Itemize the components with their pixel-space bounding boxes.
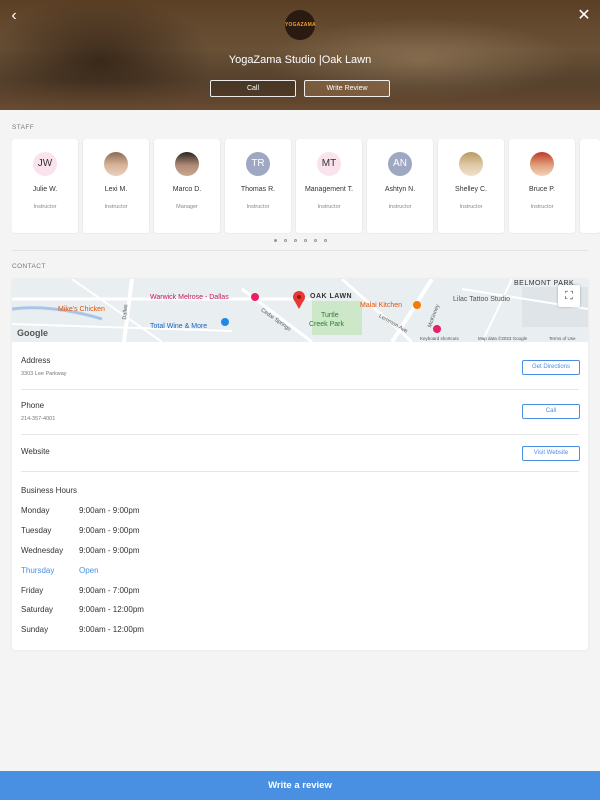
staff-card-julie[interactable]: JW Julie W. Instructor bbox=[12, 139, 78, 233]
contact-card: Warwick Melrose - Dallas Mike's Chicken … bbox=[12, 279, 588, 650]
business-hours-title: Business Hours bbox=[21, 486, 78, 495]
divider bbox=[21, 471, 579, 472]
hours-time-today: Open bbox=[79, 566, 99, 575]
hours-day: Sunday bbox=[21, 625, 49, 634]
avatar-photo bbox=[104, 152, 128, 176]
phone-title: Phone bbox=[21, 401, 45, 410]
avatar-photo bbox=[459, 152, 483, 176]
map-place-label: Malai Kitchen bbox=[360, 302, 403, 309]
studio-logo: YOGAZAMA bbox=[285, 10, 316, 40]
studio-name: YogaZama Studio |Oak Lawn bbox=[228, 54, 372, 66]
staff-name: Ashtyn N. bbox=[384, 186, 416, 193]
staff-name: Lexi M. bbox=[104, 186, 128, 193]
staff-section-label: STAFF bbox=[12, 124, 35, 131]
hours-time: 9:00am - 12:00pm bbox=[79, 605, 144, 614]
staff-name: Bruce P. bbox=[529, 186, 555, 193]
hours-day: Monday bbox=[21, 506, 50, 515]
staff-card-shelley[interactable]: Shelley C. Instructor bbox=[438, 139, 504, 233]
address-title: Address bbox=[21, 356, 51, 365]
visit-website-button[interactable]: Visit Website bbox=[522, 446, 580, 461]
location-map[interactable]: Warwick Melrose - Dallas Mike's Chicken … bbox=[12, 279, 588, 342]
pagination-dot[interactable] bbox=[303, 239, 307, 242]
avatar-photo bbox=[530, 152, 554, 176]
avatar: MT bbox=[317, 152, 341, 176]
hours-day: Friday bbox=[21, 586, 44, 595]
contact-section-label: CONTACT bbox=[12, 263, 46, 270]
website-title: Website bbox=[21, 447, 50, 456]
staff-role: Instructor bbox=[246, 204, 270, 210]
staff-name: Management T. bbox=[304, 186, 354, 193]
map-terms-link[interactable]: Terms of Use bbox=[549, 336, 576, 341]
pagination-dot[interactable] bbox=[293, 239, 297, 242]
hours-day-today: Thursday bbox=[21, 566, 55, 575]
staff-name: Julie W. bbox=[32, 186, 58, 193]
write-review-button[interactable]: Write Review bbox=[304, 80, 390, 97]
staff-role: Instructor bbox=[530, 204, 554, 210]
pagination-dot[interactable] bbox=[283, 239, 287, 242]
map-area-label: OAK LAWN bbox=[310, 293, 353, 300]
staff-role: Instructor bbox=[388, 204, 412, 210]
divider bbox=[21, 434, 579, 435]
hours-time: 9:00am - 7:00pm bbox=[79, 586, 140, 595]
map-place-label: Lilac Tattoo Studio bbox=[453, 296, 511, 303]
staff-carousel[interactable]: JW Julie W. Instructor Lexi M. Instructo… bbox=[12, 139, 600, 234]
divider bbox=[12, 250, 588, 251]
pagination-dot[interactable] bbox=[313, 239, 317, 242]
pagination-dot[interactable] bbox=[273, 239, 277, 242]
staff-role: Instructor bbox=[317, 204, 341, 210]
staff-card-lexi[interactable]: Lexi M. Instructor bbox=[83, 139, 149, 233]
pagination-dot[interactable] bbox=[323, 239, 327, 242]
avatar: TR bbox=[246, 152, 270, 176]
fullscreen-icon[interactable]: ⛶ bbox=[558, 285, 580, 307]
close-icon[interactable]: ✕ bbox=[574, 6, 594, 26]
staff-name: Thomas R. bbox=[240, 186, 276, 193]
staff-role: Manager bbox=[176, 204, 198, 210]
header-banner: ‹ ✕ YOGAZAMA YogaZama Studio |Oak Lawn C… bbox=[0, 0, 600, 110]
map-place-label: Total Wine & More bbox=[150, 323, 208, 330]
staff-card-bruce[interactable]: Bruce P. Instructor bbox=[509, 139, 575, 233]
staff-name: Shelley C. bbox=[455, 186, 487, 193]
hours-day: Wednesday bbox=[21, 546, 64, 555]
hours-day: Saturday bbox=[21, 605, 54, 614]
address-value: 3303 Lee Parkway bbox=[21, 371, 67, 377]
hours-day: Tuesday bbox=[21, 526, 52, 535]
banner-photo-floor bbox=[0, 80, 600, 110]
staff-role: Instructor bbox=[33, 204, 57, 210]
staff-role: Instructor bbox=[104, 204, 128, 210]
phone-value: 214-357-4001 bbox=[21, 416, 56, 422]
avatar: JW bbox=[33, 152, 57, 176]
map-park-label: Turtle bbox=[321, 312, 339, 319]
staff-card-marco[interactable]: Marco D. Manager bbox=[154, 139, 220, 233]
map-place-label: Warwick Melrose - Dallas bbox=[150, 294, 229, 301]
avatar-photo bbox=[175, 152, 199, 176]
write-a-review-button[interactable]: Write a review bbox=[0, 771, 600, 800]
hours-time: 9:00am - 9:00pm bbox=[79, 526, 140, 535]
staff-role: Instructor bbox=[459, 204, 483, 210]
phone-call-button[interactable]: Call bbox=[522, 404, 580, 419]
hours-time: 9:00am - 9:00pm bbox=[79, 546, 140, 555]
hours-time: 9:00am - 12:00pm bbox=[79, 625, 144, 634]
map-place-label: Mike's Chicken bbox=[58, 306, 105, 313]
map-park-label: Creek Park bbox=[309, 321, 345, 328]
staff-card-thomas[interactable]: TR Thomas R. Instructor bbox=[225, 139, 291, 233]
staff-card-ashtyn[interactable]: AN Ashtyn N. Instructor bbox=[367, 139, 433, 233]
staff-card-next[interactable] bbox=[580, 139, 600, 233]
staff-name: Marco D. bbox=[172, 186, 202, 193]
map-shortcuts-link[interactable]: Keyboard shortcuts bbox=[420, 336, 459, 341]
hours-time: 9:00am - 9:00pm bbox=[79, 506, 140, 515]
map-data-text: Map data ©2023 Google bbox=[478, 336, 528, 341]
call-button[interactable]: Call bbox=[210, 80, 296, 97]
chevron-left-icon[interactable]: ‹ bbox=[4, 6, 24, 26]
google-logo: Google bbox=[17, 328, 48, 338]
staff-card-management[interactable]: MT Management T. Instructor bbox=[296, 139, 362, 233]
avatar: AN bbox=[388, 152, 412, 176]
carousel-pagination bbox=[0, 239, 600, 242]
divider bbox=[21, 389, 579, 390]
get-directions-button[interactable]: Get Directions bbox=[522, 360, 580, 375]
